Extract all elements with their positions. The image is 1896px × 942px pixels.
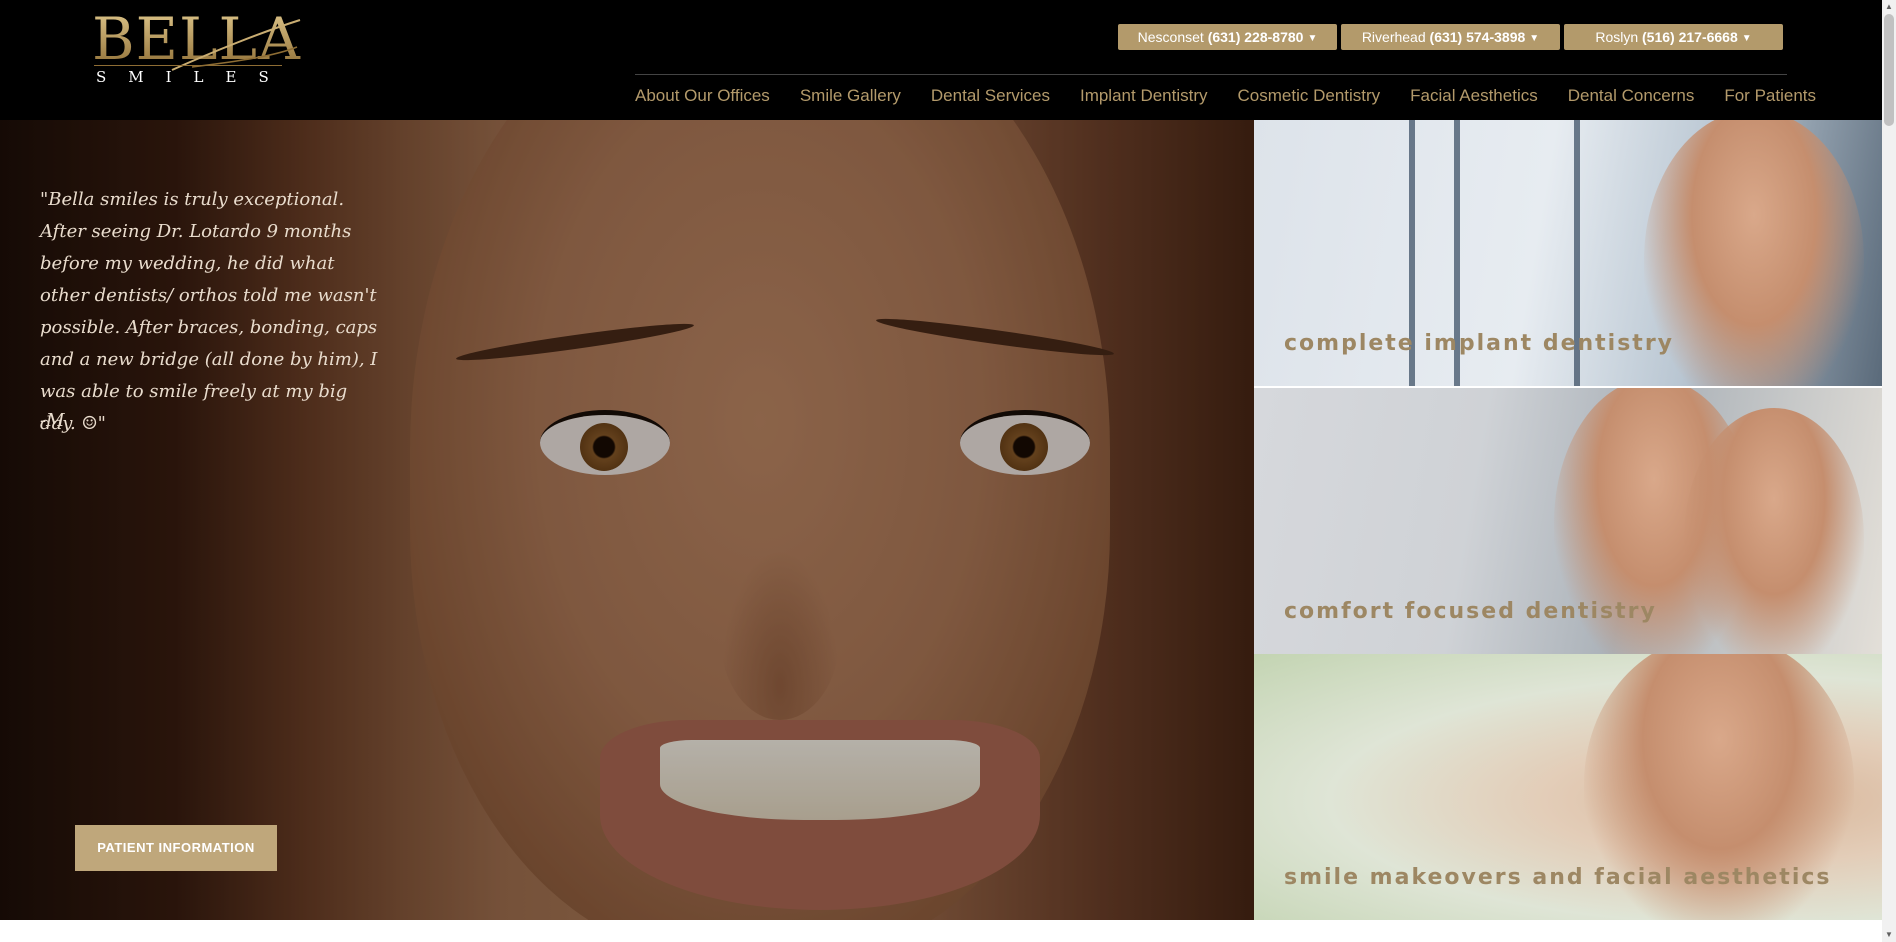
scroll-down-icon[interactable]: ▼ bbox=[1882, 928, 1896, 942]
caret-down-icon: ▼ bbox=[1741, 33, 1752, 44]
tile-comfort-dentistry[interactable]: comfort focused dentistry bbox=[1254, 388, 1882, 654]
testimonial-author: -M bbox=[40, 410, 65, 431]
office-phone: (516) 217-6668 bbox=[1642, 29, 1738, 45]
office-phone: (631) 228-8780 bbox=[1207, 29, 1304, 45]
nav-for-patients[interactable]: For Patients bbox=[1724, 86, 1816, 110]
nav-about-our-offices[interactable]: About Our Offices bbox=[635, 86, 770, 110]
tile-label: comfort focused dentistry bbox=[1284, 599, 1657, 624]
main-nav: About Our Offices Smile Gallery Dental S… bbox=[635, 86, 1816, 110]
tile-label: complete implant dentistry bbox=[1284, 331, 1675, 356]
page-scrollbar[interactable]: ▲ ▼ bbox=[1882, 0, 1896, 942]
scrollbar-thumb[interactable] bbox=[1884, 14, 1894, 126]
nav-dental-services[interactable]: Dental Services bbox=[931, 86, 1050, 110]
scroll-up-icon[interactable]: ▲ bbox=[1882, 0, 1896, 14]
office-name: Roslyn bbox=[1595, 29, 1639, 45]
tile-man-image bbox=[1644, 120, 1864, 386]
office-dropdown-roslyn[interactable]: Roslyn (516) 217-6668 ▼ bbox=[1564, 24, 1783, 50]
bella-smiles-logo[interactable]: BELLA SMILES bbox=[92, 8, 301, 88]
tile-label: smile makeovers and facial aesthetics bbox=[1284, 865, 1832, 890]
caret-down-icon: ▼ bbox=[1307, 33, 1318, 44]
nav-facial-aesthetics[interactable]: Facial Aesthetics bbox=[1410, 86, 1538, 110]
logo-swoosh-icon bbox=[171, 19, 301, 71]
office-dropdown-riverhead[interactable]: Riverhead (631) 574-3898 ▼ bbox=[1341, 24, 1560, 50]
caret-down-icon: ▼ bbox=[1529, 33, 1540, 44]
nav-dental-concerns[interactable]: Dental Concerns bbox=[1568, 86, 1695, 110]
office-name: Riverhead bbox=[1361, 29, 1426, 45]
logo-subtitle: SMILES bbox=[96, 68, 291, 86]
patient-information-button[interactable]: PATIENT INFORMATION bbox=[75, 825, 277, 871]
nav-divider bbox=[635, 74, 1787, 75]
office-phone: (631) 574-3898 bbox=[1429, 29, 1526, 45]
tile-smile-makeovers[interactable]: smile makeovers and facial aesthetics bbox=[1254, 654, 1882, 920]
nav-implant-dentistry[interactable]: Implant Dentistry bbox=[1080, 86, 1208, 110]
office-dropdown-nesconset[interactable]: Nesconset (631) 228-8780 ▼ bbox=[1118, 24, 1337, 50]
testimonial-quote: "Bella smiles is truly exceptional. Afte… bbox=[40, 189, 378, 434]
nav-cosmetic-dentistry[interactable]: Cosmetic Dentistry bbox=[1238, 86, 1381, 110]
nav-smile-gallery[interactable]: Smile Gallery bbox=[800, 86, 901, 110]
site-header: BELLA SMILES Nesconset (631) 228-8780 ▼ R… bbox=[0, 0, 1882, 120]
logo-divider bbox=[94, 65, 282, 66]
office-name: Nesconset bbox=[1137, 29, 1204, 45]
tile-couple-image-2 bbox=[1684, 408, 1864, 654]
tile-implant-dentistry[interactable]: complete implant dentistry bbox=[1254, 120, 1882, 386]
